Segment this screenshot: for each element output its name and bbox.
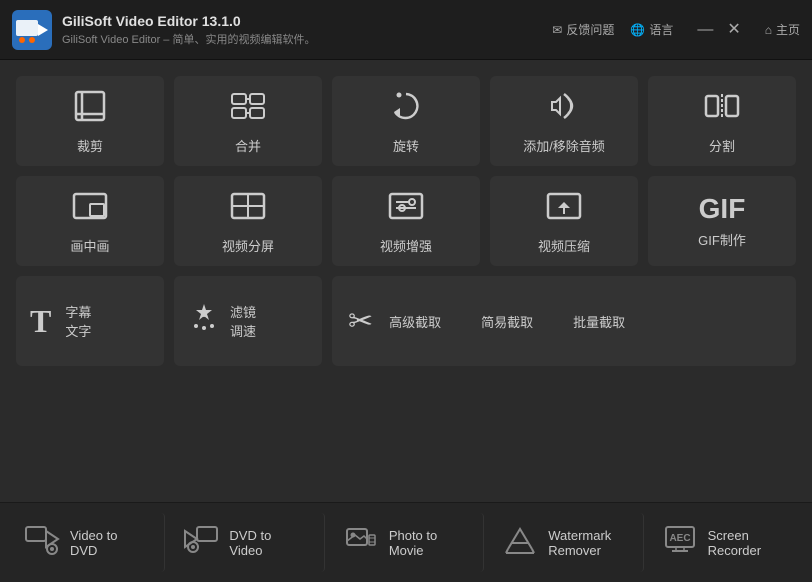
splitscreen-label: 视频分屏	[222, 239, 274, 256]
watermark-top: Watermark	[548, 528, 611, 543]
crop-icon	[70, 86, 110, 131]
tool-gif[interactable]: GIF GIF制作	[648, 176, 796, 266]
advanced-label: 高级截取	[389, 312, 441, 331]
screen-recorder-text: Screen Recorder	[708, 528, 761, 558]
watermark-bot: Remover	[548, 543, 611, 558]
dvd-video-icon	[183, 521, 219, 564]
tool-trim-group[interactable]: ✂ 高级截取 简易截取 批量截取	[332, 276, 796, 366]
scissors-icon: ✂	[348, 304, 373, 339]
rotate-label: 旋转	[393, 139, 419, 156]
pip-label: 画中画	[70, 239, 109, 256]
pip-icon	[70, 186, 110, 231]
tool-enhance[interactable]: 视频增强	[332, 176, 480, 266]
enhance-label: 视频增强	[380, 239, 432, 256]
language-btn[interactable]: 🌐 语言	[630, 21, 673, 38]
bottom-bar: Video to DVD DVD to Video Photo to Movie…	[0, 502, 812, 582]
photo-movie-icon	[343, 521, 379, 564]
svg-text:AEC: AEC	[669, 533, 690, 544]
batch-label: 批量截取	[573, 312, 625, 331]
text-label-block: 字幕 文字	[65, 302, 91, 340]
gif-icon: GIF	[699, 193, 746, 225]
row2: 画中画 视频分屏 视频增强 视频压缩 GIF GIF制作	[16, 176, 796, 266]
dvd-video-bot: Video	[229, 543, 271, 558]
main-content: 裁剪 合并 旋转 添加/移除音频 分割	[0, 60, 812, 490]
text-icon: T	[30, 303, 51, 340]
split-icon	[702, 86, 742, 131]
compress-label: 视频压缩	[538, 239, 590, 256]
feedback-btn[interactable]: ✉ 反馈问题	[552, 21, 614, 38]
merge-icon	[228, 86, 268, 131]
trim-labels: 高级截取 简易截取 批量截取	[389, 312, 625, 331]
filterspeed-labels: 滤镜 调速	[230, 302, 256, 340]
video-dvd-top: Video to	[70, 528, 117, 543]
gif-label: GIF制作	[698, 233, 746, 250]
feedback-icon: ✉	[552, 23, 562, 37]
merge-label: 合并	[235, 139, 261, 156]
tool-text[interactable]: T 字幕 文字	[16, 276, 164, 366]
dvd-video-top: DVD to	[229, 528, 271, 543]
watermark-icon	[502, 521, 538, 564]
window-controls: — ✕	[697, 22, 740, 38]
video-dvd-text: Video to DVD	[70, 528, 117, 558]
title-controls: ✉ 反馈问题 🌐 语言 — ✕ ⌂ 主页	[552, 21, 800, 38]
tool-audio[interactable]: 添加/移除音频	[490, 76, 638, 166]
audio-icon	[544, 86, 584, 131]
close-btn[interactable]: ✕	[727, 22, 740, 38]
video-dvd-btn[interactable]: Video to DVD	[10, 513, 165, 572]
photo-movie-text: Photo to Movie	[389, 528, 437, 558]
home-btn[interactable]: ⌂ 主页	[765, 21, 800, 38]
photo-movie-bot: Movie	[389, 543, 437, 558]
screen-recorder-top: Screen	[708, 528, 761, 543]
app-logo	[12, 10, 52, 50]
photo-movie-btn[interactable]: Photo to Movie	[329, 513, 484, 572]
app-subtitle: GiliSoft Video Editor – 简单、实用的视频编辑软件。	[62, 31, 552, 47]
tool-merge[interactable]: 合并	[174, 76, 322, 166]
crop-label: 裁剪	[77, 139, 103, 156]
title-bar: GiliSoft Video Editor 13.1.0 GiliSoft Vi…	[0, 0, 812, 60]
enhance-icon	[386, 186, 426, 231]
dvd-video-btn[interactable]: DVD to Video	[169, 513, 324, 572]
watermark-btn[interactable]: Watermark Remover	[488, 513, 643, 572]
watermark-text: Watermark Remover	[548, 528, 611, 558]
minimize-btn[interactable]: —	[697, 22, 713, 38]
home-icon: ⌂	[765, 23, 772, 37]
filterspeed-icon	[188, 302, 220, 341]
text-bot-label: 文字	[65, 321, 91, 340]
photo-movie-top: Photo to	[389, 528, 437, 543]
screen-recorder-bot: Recorder	[708, 543, 761, 558]
simple-label: 简易截取	[481, 312, 533, 331]
row1: 裁剪 合并 旋转 添加/移除音频 分割	[16, 76, 796, 166]
tool-pip[interactable]: 画中画	[16, 176, 164, 266]
title-text: GiliSoft Video Editor 13.1.0 GiliSoft Vi…	[62, 13, 552, 47]
filter-label: 滤镜	[230, 302, 256, 321]
tool-rotate[interactable]: 旋转	[332, 76, 480, 166]
tool-filterspeed[interactable]: 滤镜 调速	[174, 276, 322, 366]
tool-split[interactable]: 分割	[648, 76, 796, 166]
rotate-icon	[386, 86, 426, 131]
split-label: 分割	[709, 139, 735, 156]
video-dvd-bot: DVD	[70, 543, 117, 558]
video-dvd-icon	[24, 521, 60, 564]
tool-compress[interactable]: 视频压缩	[490, 176, 638, 266]
app-name: GiliSoft Video Editor 13.1.0	[62, 13, 552, 29]
splitscreen-icon	[228, 186, 268, 231]
row3: T 字幕 文字 滤镜 调速 ✂ 高级截取 简易截取 批量截取	[16, 276, 796, 366]
tool-crop[interactable]: 裁剪	[16, 76, 164, 166]
dvd-video-text: DVD to Video	[229, 528, 271, 558]
compress-icon	[544, 186, 584, 231]
tool-splitscreen[interactable]: 视频分屏	[174, 176, 322, 266]
screen-recorder-icon: AEC	[662, 521, 698, 564]
audio-label: 添加/移除音频	[523, 139, 605, 156]
globe-icon: 🌐	[630, 23, 645, 37]
screen-recorder-btn[interactable]: AEC Screen Recorder	[648, 513, 802, 572]
speed-label: 调速	[230, 321, 256, 340]
text-top-label: 字幕	[65, 302, 91, 321]
